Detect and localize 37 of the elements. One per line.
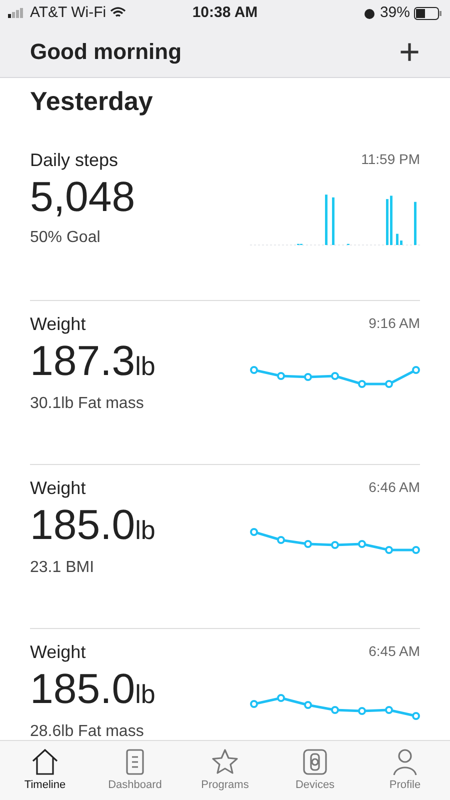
time-text: 6:45 AM bbox=[368, 642, 420, 661]
signal-icon bbox=[8, 8, 26, 18]
detail-text: 28.6lb Fat mass bbox=[30, 722, 145, 740]
detail-text: 50% Goal bbox=[30, 228, 102, 248]
card-title: Weight bbox=[30, 477, 87, 500]
tab-item[interactable]: Profile bbox=[365, 747, 445, 794]
time-text: 11:59 PM bbox=[361, 150, 420, 169]
carrier-text: AT&T Wi-Fi bbox=[30, 2, 106, 23]
unit-text: lb bbox=[135, 678, 156, 711]
tab-item[interactable]: Dashboard bbox=[95, 747, 175, 794]
unit-text: lb bbox=[135, 514, 156, 547]
alarm-icon bbox=[362, 6, 376, 20]
metric-value: 185.0 bbox=[30, 502, 136, 548]
metric-value: 185.0 bbox=[30, 666, 136, 712]
watch-icon bbox=[300, 747, 330, 778]
card-title: Weight bbox=[30, 641, 87, 664]
time-text: 6:46 AM bbox=[368, 478, 420, 497]
detail-text: 30.1lb Fat mass bbox=[30, 394, 145, 414]
battery-text: 39% bbox=[380, 2, 410, 23]
time-text: 9:16 AM bbox=[368, 314, 420, 333]
person-icon bbox=[390, 747, 420, 778]
tab-item[interactable]: Timeline bbox=[5, 747, 85, 794]
greeting-title: Good morning bbox=[30, 38, 182, 66]
battery-icon bbox=[414, 6, 442, 20]
section-title: Yesterday bbox=[30, 85, 154, 118]
card-title: Daily steps bbox=[30, 149, 120, 172]
clock-text: 10:38 AM bbox=[192, 2, 258, 23]
home-icon bbox=[30, 747, 60, 778]
unit-text: lb bbox=[135, 350, 156, 383]
add-button[interactable]: + bbox=[398, 34, 420, 70]
tab-item[interactable]: Devices bbox=[275, 747, 355, 794]
tab-item[interactable]: Programs bbox=[185, 747, 265, 794]
card-title: Weight bbox=[30, 313, 87, 336]
metric-value: 187.3 bbox=[30, 338, 136, 384]
wifi-icon bbox=[110, 7, 126, 19]
detail-text: 23.1 BMI bbox=[30, 558, 96, 578]
metric-value: 5,048 bbox=[30, 174, 136, 220]
